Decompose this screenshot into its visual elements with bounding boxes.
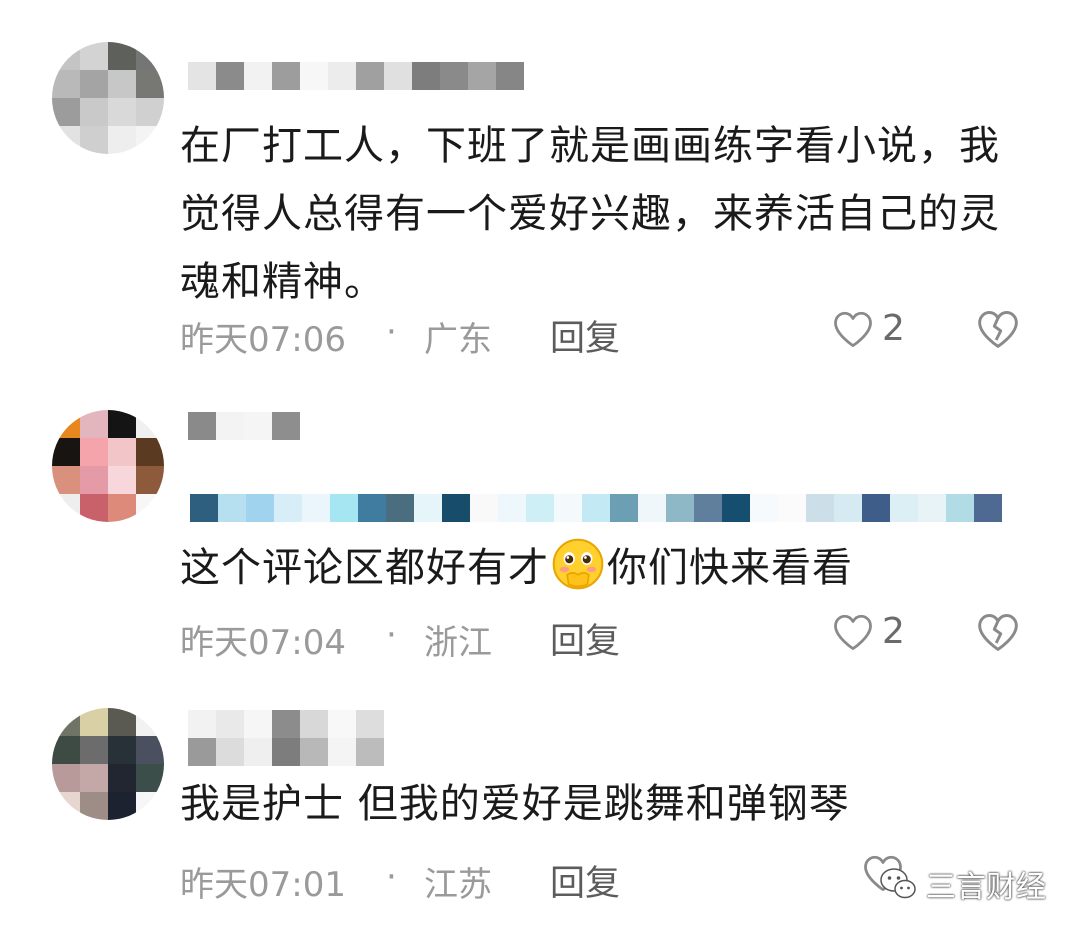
like-count: 2 <box>882 611 905 652</box>
avatar[interactable] <box>52 42 164 154</box>
comment-text: 我是护士 但我的爱好是跳舞和弹钢琴 <box>180 781 850 827</box>
comment-item: 这个评论区都好有才 你们快来看看 昨天07:04 · 浙江 回复 2 <box>0 400 1080 690</box>
dislike-button[interactable] <box>976 308 1020 359</box>
username-blurred[interactable] <box>188 412 300 440</box>
meta-separator: · <box>386 312 397 352</box>
heart-outline-icon <box>834 614 872 650</box>
reply-button[interactable]: 回复 <box>550 310 620 361</box>
blushing-face-emoji <box>552 538 604 590</box>
watermark: 三言财经 <box>878 862 1046 906</box>
comment-location: 浙江 <box>424 623 492 663</box>
comment-meta: 昨天07:04 · 浙江 回复 2 <box>180 607 1040 663</box>
heart-outline-icon <box>834 311 872 347</box>
meta-separator: · <box>386 615 397 655</box>
comment-location: 广东 <box>424 320 492 360</box>
comment-text: 这个评论区都好有才 你们快来看看 <box>180 534 1020 602</box>
comment-location: 江苏 <box>424 865 492 905</box>
broken-heart-icon <box>978 311 1018 348</box>
comment-text-part: 这个评论区都好有才 <box>180 545 549 591</box>
reply-button[interactable]: 回复 <box>550 613 620 664</box>
comment-text: 在厂打工人，下班了就是画画练字看小说，我觉得人总得有一个爱好兴趣，来养活自己的灵… <box>180 123 1000 305</box>
like-button[interactable]: 2 <box>832 308 905 349</box>
broken-heart-icon <box>978 614 1018 651</box>
dislike-button[interactable] <box>976 611 1020 662</box>
comment-meta: 昨天07:06 · 广东 回复 2 <box>180 304 1040 360</box>
like-count: 2 <box>882 308 905 349</box>
comment-time: 昨天07:01 <box>180 865 346 905</box>
like-button[interactable]: 2 <box>832 611 905 652</box>
comment-text-part: 你们快来看看 <box>607 545 853 591</box>
username-blurred[interactable] <box>188 710 384 738</box>
username-blurred <box>188 738 384 766</box>
avatar[interactable] <box>52 708 164 820</box>
comment-item: 在厂打工人，下班了就是画画练字看小说，我觉得人总得有一个爱好兴趣，来养活自己的灵… <box>0 0 1080 380</box>
meta-separator: · <box>386 857 397 897</box>
avatar[interactable] <box>52 410 164 522</box>
reply-button[interactable]: 回复 <box>550 855 620 906</box>
wechat-icon <box>880 868 916 899</box>
watermark-text: 三言财经 <box>926 870 1046 905</box>
comment-time: 昨天07:04 <box>180 623 346 663</box>
user-signature-blurred <box>190 494 1002 522</box>
username-blurred[interactable] <box>188 62 524 90</box>
comment-time: 昨天07:06 <box>180 320 346 360</box>
